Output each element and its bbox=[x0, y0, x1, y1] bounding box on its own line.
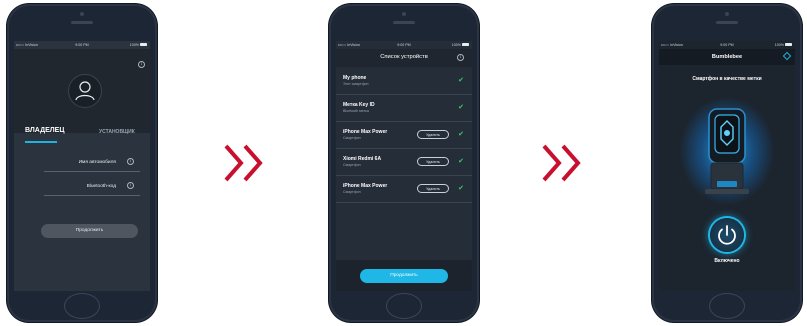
tab-installer[interactable]: УСТАНОВЩИК bbox=[99, 129, 135, 135]
page-title: Bumblebee bbox=[711, 54, 743, 60]
status-bar: •••○○ InVision 9:00 PM 100% bbox=[336, 41, 472, 49]
check-icon: ✔ bbox=[458, 158, 464, 165]
chevron-right-icon bbox=[542, 144, 581, 182]
check-icon: ✔ bbox=[458, 185, 464, 192]
home-button[interactable] bbox=[64, 293, 100, 319]
bluetooth-code-field[interactable]: Bluetooth-код i bbox=[44, 181, 140, 196]
info-icon[interactable]: i bbox=[127, 158, 134, 165]
mode-caption: Смартфон в качестве метки bbox=[692, 76, 762, 82]
phone-frame-2: •••○○ InVision 9:00 PM 100% Список устро… bbox=[329, 4, 479, 322]
check-icon: ✔ bbox=[458, 131, 464, 138]
home-button[interactable] bbox=[709, 293, 745, 319]
battery-percent: 100% bbox=[451, 42, 461, 47]
page-title: Список устройств bbox=[380, 54, 428, 60]
car-name-field[interactable]: Имя автомобиля i bbox=[44, 157, 140, 172]
speaker bbox=[393, 21, 415, 24]
device-list-screen: •••○○ InVision 9:00 PM 100% Список устро… bbox=[336, 41, 472, 291]
owner-setup-screen: •••○○ InVision 9:00 PM 100% i ВЛАДЕЛЕЦ У… bbox=[14, 41, 150, 291]
info-icon[interactable]: i bbox=[457, 54, 464, 61]
bluetooth-code-label: Bluetooth-код bbox=[86, 184, 116, 189]
phone-frame-3: •••○○ InVision 9:00 PM 100% Bumblebee См… bbox=[652, 4, 802, 322]
user-icon bbox=[75, 81, 95, 101]
device-type: Смартфон bbox=[343, 163, 361, 167]
power-button[interactable] bbox=[710, 218, 744, 252]
battery-icon bbox=[462, 42, 469, 47]
front-camera bbox=[725, 12, 729, 16]
avatar[interactable] bbox=[68, 74, 102, 108]
device-type: Этот смартфон bbox=[343, 82, 369, 86]
battery-percent: 100% bbox=[774, 42, 784, 47]
speaker bbox=[71, 21, 93, 24]
status-bar: •••○○ InVision 9:00 PM 100% bbox=[14, 41, 150, 49]
device-name: Xiomi Redmi 6A bbox=[343, 156, 382, 162]
device-type: Bluetooth метка bbox=[343, 109, 369, 113]
battery-indicator: 100% bbox=[130, 43, 147, 47]
device-name: iPhone Max Power bbox=[343, 129, 388, 135]
battery-indicator: 100% bbox=[775, 43, 792, 47]
device-type: Смартфон bbox=[343, 190, 361, 194]
check-icon: ✔ bbox=[458, 104, 464, 111]
delete-button[interactable]: Удалить bbox=[417, 184, 449, 193]
continue-button[interactable]: Продолжить bbox=[360, 269, 448, 283]
device-name: My phone bbox=[343, 75, 367, 81]
check-icon: ✔ bbox=[458, 77, 464, 84]
front-camera bbox=[80, 12, 84, 16]
power-icon bbox=[718, 225, 736, 245]
device-row[interactable]: iPhone Max Power Смартфон Удалить ✔ bbox=[336, 122, 472, 149]
active-tab-indicator bbox=[25, 141, 57, 143]
continue-button[interactable]: Продолжить bbox=[41, 224, 138, 238]
device-row[interactable]: Метка Key ID Bluetooth метка ✔ bbox=[336, 95, 472, 122]
device-name: iPhone Max Power bbox=[343, 183, 388, 189]
delete-button[interactable]: Удалить bbox=[417, 130, 449, 139]
speaker bbox=[716, 21, 738, 24]
battery-percent: 100% bbox=[129, 42, 139, 47]
phone-as-key-screen: •••○○ InVision 9:00 PM 100% Bumblebee См… bbox=[659, 41, 795, 291]
delete-button[interactable]: Удалить bbox=[417, 157, 449, 166]
battery-indicator: 100% bbox=[452, 43, 469, 47]
device-row[interactable]: My phone Этот смартфон ✔ bbox=[336, 68, 472, 95]
home-button[interactable] bbox=[386, 293, 422, 319]
car-name-label: Имя автомобиля bbox=[78, 160, 116, 165]
front-camera bbox=[402, 12, 406, 16]
key-fob-icon bbox=[705, 108, 749, 194]
phone-frame-1: •••○○ InVision 9:00 PM 100% i ВЛАДЕЛЕЦ У… bbox=[7, 4, 157, 322]
chevron-right-icon bbox=[224, 144, 263, 182]
status-bar: •••○○ InVision 9:00 PM 100% bbox=[659, 41, 795, 49]
device-row[interactable]: Xiomi Redmi 6A Смартфон Удалить ✔ bbox=[336, 149, 472, 176]
device-name: Метка Key ID bbox=[343, 102, 375, 108]
battery-icon bbox=[140, 42, 147, 47]
device-row[interactable]: iPhone Max Power Смартфон Удалить ✔ bbox=[336, 176, 472, 203]
device-type: Смартфон bbox=[343, 136, 361, 140]
tab-owner[interactable]: ВЛАДЕЛЕЦ bbox=[25, 127, 64, 134]
role-tabs: ВЛАДЕЛЕЦ УСТАНОВЩИК bbox=[14, 127, 150, 141]
info-icon[interactable]: i bbox=[138, 61, 145, 68]
info-icon[interactable]: i bbox=[127, 182, 134, 189]
status-label: Включено bbox=[714, 258, 740, 264]
battery-icon bbox=[785, 42, 792, 47]
